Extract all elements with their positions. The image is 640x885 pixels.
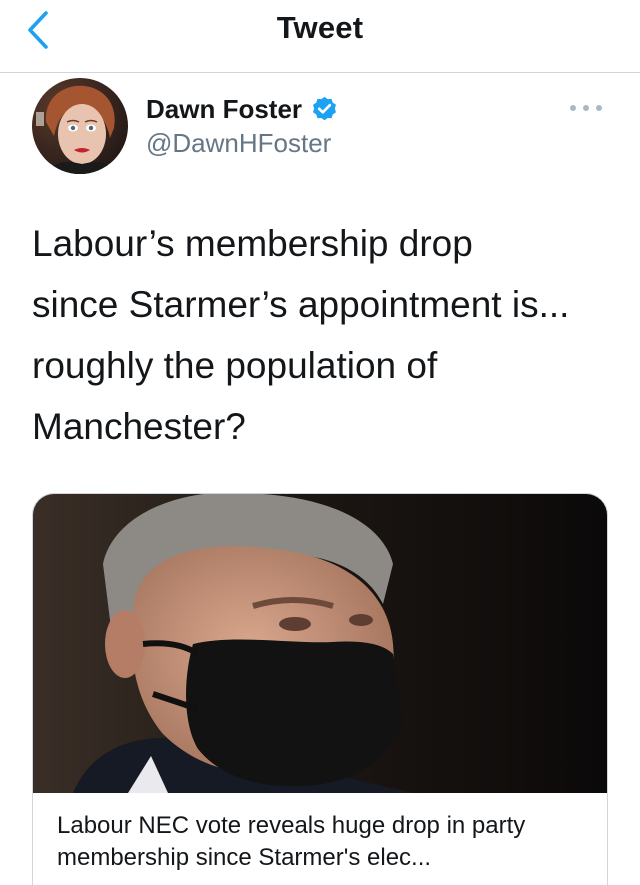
author-name-row: Dawn Foster — [146, 93, 339, 125]
more-horizontal-icon — [570, 105, 602, 111]
author-handle[interactable]: @DawnHFoster — [146, 128, 331, 159]
top-navigation-bar: Tweet — [0, 0, 640, 73]
card-image — [33, 494, 607, 793]
card-title: Labour NEC vote reveals huge drop in par… — [57, 812, 526, 871]
verified-badge-icon — [313, 96, 337, 120]
tweet-text: Labour’s membership drop since Starmer’s… — [32, 223, 570, 447]
author-name[interactable]: Dawn Foster — [146, 94, 302, 125]
tweet-detail-screen: Tweet Dawn Foster @DawnHFoster Labour’s … — [0, 0, 640, 885]
page-title: Tweet — [276, 10, 364, 45]
avatar[interactable] — [32, 78, 128, 174]
link-preview-card[interactable]: Labour NEC vote reveals huge drop in par… — [32, 493, 608, 885]
more-options-button[interactable] — [566, 96, 606, 120]
